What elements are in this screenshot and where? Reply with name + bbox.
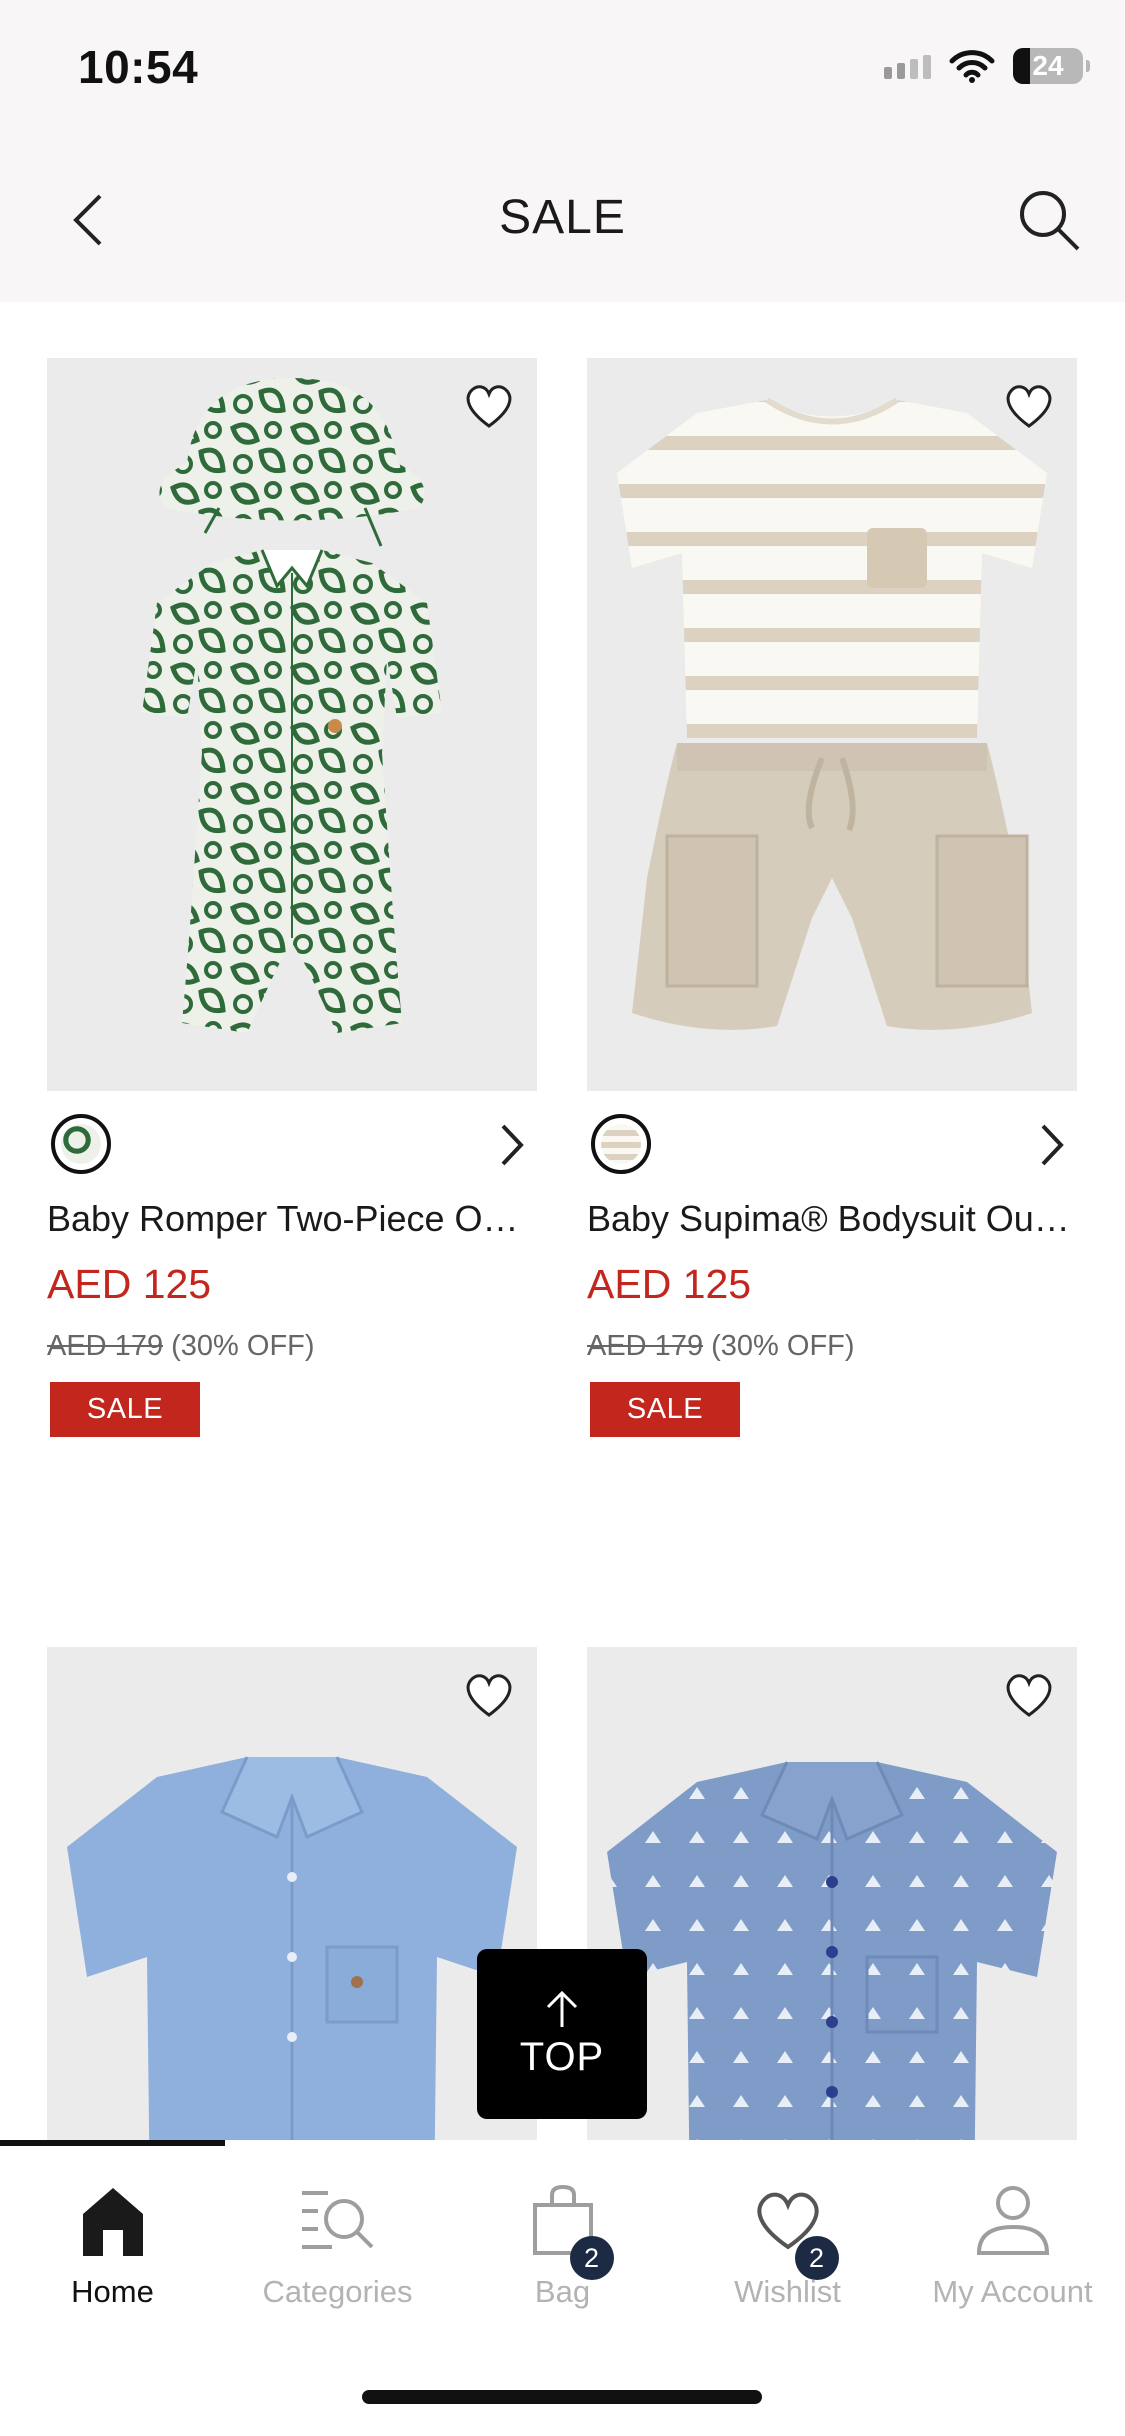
swatch-fill [601,1124,641,1164]
cellular-signal-icon [884,53,931,79]
search-icon [1020,191,1080,251]
page-title: SALE [499,191,626,244]
bodysuit-set-image [617,397,1047,1030]
product-image[interactable] [47,1647,537,2140]
more-colors-button[interactable] [491,1122,531,1168]
swatch-fill [61,1124,101,1164]
top-button-label: TOP [519,2034,605,2079]
tab-label: Categories [262,2274,413,2309]
wishlist-toggle[interactable] [1001,1667,1057,1723]
bag-count-badge: 2 [569,2236,614,2280]
product-name[interactable]: Baby Supima® Bodysuit Outfit Set [587,1198,1077,1240]
home-icon [82,2188,143,2256]
sale-badge: SALE [590,1382,740,1437]
tab-label: Home [71,2274,154,2309]
product-card[interactable] [47,1647,537,2140]
heart-outline-icon [466,385,512,428]
wifi-icon [949,50,995,83]
heart-outline-icon [466,1674,512,1717]
tab-home[interactable]: Home [0,2180,225,2320]
sale-badge: SALE [50,1382,200,1437]
nav-header: SALE [0,140,1125,302]
arrow-up-icon [546,1990,578,2027]
price-comparison: AED 179 (30% OFF) [47,1330,315,1363]
search-button[interactable] [1009,180,1089,260]
tab-wishlist[interactable]: 2 Wishlist [675,2180,900,2320]
battery-level: 24 [1032,50,1064,81]
color-swatch[interactable] [51,1114,111,1174]
heart-outline-icon [1006,1674,1052,1717]
status-bar: 10:54 24 [0,0,1125,140]
categories-icon [301,2191,373,2249]
more-colors-button[interactable] [1031,1122,1071,1168]
battery-icon: 24 [1013,48,1090,84]
tab-categories[interactable]: Categories [225,2180,450,2320]
product-image[interactable] [587,358,1077,1091]
chevron-right-icon [1041,1124,1064,1166]
color-swatch[interactable] [591,1114,651,1174]
tab-my-account[interactable]: My Account [900,2180,1125,2320]
wishlist-toggle[interactable] [461,378,517,434]
tab-label: My Account [932,2274,1093,2309]
original-price: AED 179 [47,1330,164,1362]
color-swatch-row [47,1114,537,1174]
product-image[interactable] [47,358,537,1091]
status-time: 10:54 [78,41,199,93]
discount-text: (30% OFF) [171,1330,315,1362]
bottom-tab-bar: Home Categories 2 Bag 2 Wishlist My Acco… [0,2140,1125,2436]
color-swatch-row [587,1114,1077,1174]
product-price: AED 125 [587,1261,752,1307]
chevron-right-icon [501,1124,524,1166]
product-name[interactable]: Baby Romper Two-Piece Outfit Set [47,1198,537,1240]
heart-outline-icon [1006,385,1052,428]
status-icons: 24 [884,46,1090,86]
tab-label: Wishlist [734,2274,841,2309]
home-indicator [362,2390,762,2404]
product-card[interactable] [587,1647,1077,2140]
account-icon [976,2186,1049,2255]
tab-bag[interactable]: 2 Bag [450,2180,675,2320]
scroll-to-top-button[interactable]: TOP [477,1949,647,2119]
original-price: AED 179 [587,1330,704,1362]
discount-text: (30% OFF) [711,1330,855,1362]
wishlist-toggle[interactable] [1001,378,1057,434]
wishlist-count-badge: 2 [794,2236,839,2280]
product-price: AED 125 [47,1261,212,1307]
price-comparison: AED 179 (30% OFF) [587,1330,855,1363]
romper-set-image [142,378,442,1033]
active-tab-indicator [0,2140,225,2146]
product-image[interactable] [587,1647,1077,2140]
wishlist-toggle[interactable] [461,1667,517,1723]
tab-label: Bag [534,2274,591,2309]
